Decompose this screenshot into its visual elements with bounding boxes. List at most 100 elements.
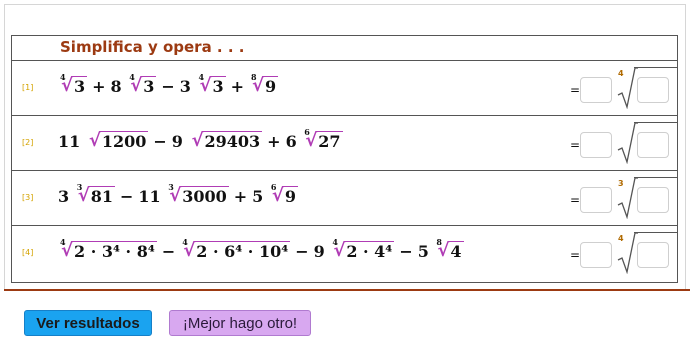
operator: − bbox=[153, 132, 167, 151]
radicand-answer-input[interactable] bbox=[637, 77, 669, 103]
coefficient-answer-input[interactable] bbox=[580, 77, 612, 103]
radical-sign-icon: √ bbox=[88, 130, 101, 151]
radical: √ 4 2 · 6⁴ · 10⁴ bbox=[181, 237, 291, 261]
row-index: [1] bbox=[22, 83, 34, 92]
answer-radical-bar bbox=[634, 122, 678, 123]
radical: √ 8 4 bbox=[435, 237, 464, 261]
radicand-answer-input[interactable] bbox=[637, 132, 669, 158]
radicand: 2 · 3⁴ · 8⁴ bbox=[72, 241, 157, 261]
coefficient-answer-input[interactable] bbox=[580, 242, 612, 268]
new-exercise-button[interactable]: ¡Mejor hago otro! bbox=[169, 310, 311, 336]
operator: − bbox=[161, 77, 175, 96]
radical: √ 8 9 bbox=[250, 72, 279, 96]
equals-sign: = bbox=[570, 83, 581, 97]
operator: − bbox=[119, 187, 134, 206]
radical: √ 6 9 bbox=[270, 182, 298, 206]
root-index: 6 bbox=[304, 127, 310, 137]
coefficient: 11 bbox=[58, 132, 86, 151]
operator: − bbox=[399, 242, 413, 261]
equals-sign: = bbox=[570, 193, 581, 207]
answer-root-index: 4 bbox=[618, 234, 624, 243]
row-index: [2] bbox=[22, 138, 34, 147]
radicand: 29403 bbox=[202, 131, 263, 151]
exercise-row: [3] 3 √ 3 81−11 √ 3 3000 +5 √ 6 9 = 3 bbox=[12, 171, 678, 226]
operator: − bbox=[161, 242, 176, 261]
root-index: 8 bbox=[251, 72, 257, 82]
root-index: 6 bbox=[270, 182, 277, 192]
radicand: 27 bbox=[316, 131, 343, 151]
radical-expression: 11 √ 1200−9 √ 29403 +6 √ 6 27 bbox=[58, 127, 343, 151]
coefficient-answer-input[interactable] bbox=[580, 132, 612, 158]
root-index: 4 bbox=[129, 72, 135, 82]
radical: √ 3 3000 bbox=[167, 182, 229, 206]
radical-expression: √ 4 2 · 3⁴ · 8⁴ − √ 4 2 · 6⁴ · 10⁴ −9 √ 4 2 · 4⁴ −… bbox=[58, 237, 464, 261]
root-index: 4 bbox=[182, 237, 188, 247]
operator: + bbox=[92, 77, 106, 96]
radicand: 3 bbox=[72, 76, 88, 96]
show-results-button[interactable]: Ver resultados bbox=[24, 310, 152, 336]
radicand-answer-input[interactable] bbox=[637, 242, 669, 268]
radicand: 4 bbox=[448, 241, 464, 261]
operator: + bbox=[267, 132, 281, 151]
radicand: 2 · 4⁴ bbox=[344, 241, 395, 261]
exercise-row: [1] √ 4 3 +8 √ 4 3−3 √ 4 3 + √ 8 9 = 4 bbox=[12, 61, 678, 116]
answer-radical-icon bbox=[617, 122, 638, 164]
radical-sign-icon: √ bbox=[191, 130, 204, 151]
exercise-title: Simplifica y opera . . . bbox=[60, 38, 245, 56]
radical: √ 4 3 bbox=[59, 72, 88, 96]
root-index: 3 bbox=[76, 182, 83, 192]
equals-sign: = bbox=[570, 248, 581, 262]
exercise-row: [4] √ 4 2 · 3⁴ · 8⁴ − √ 4 2 · 6⁴ · 10⁴ −9 √ 4 2 · … bbox=[12, 226, 678, 281]
equals-sign: = bbox=[570, 138, 581, 152]
row-index: [3] bbox=[22, 193, 34, 202]
radical: √ 4 3 bbox=[198, 72, 226, 96]
coefficient: 3 bbox=[179, 77, 197, 96]
root-index: 4 bbox=[198, 72, 205, 82]
answer-root-index: 3 bbox=[618, 179, 624, 188]
coefficient: 8 bbox=[110, 77, 128, 96]
radicand: 3 bbox=[141, 76, 157, 96]
radicand: 81 bbox=[88, 186, 115, 206]
radical: √ 4 3 bbox=[128, 72, 157, 96]
root-index: 3 bbox=[168, 182, 174, 192]
coefficient: 6 bbox=[285, 132, 303, 151]
root-index: 4 bbox=[332, 237, 338, 247]
answer-root-index: 4 bbox=[618, 69, 624, 78]
coefficient-answer-input[interactable] bbox=[580, 187, 612, 213]
radical-expression: √ 4 3 +8 √ 4 3−3 √ 4 3 + √ 8 9 bbox=[58, 72, 279, 96]
exercise-row: [2] 11 √ 1200−9 √ 29403 +6 √ 6 27 = bbox=[12, 116, 678, 171]
operator: + bbox=[230, 77, 245, 96]
row-index: [4] bbox=[22, 248, 34, 257]
answer-radical-bar bbox=[634, 232, 678, 233]
operator: − bbox=[295, 242, 309, 261]
radicand: 2 · 6⁴ · 10⁴ bbox=[194, 241, 291, 261]
exercise-table: Simplifica y opera . . . [1] √ 4 3 +8 √ 4 3−3 … bbox=[11, 35, 678, 283]
coefficient: 11 bbox=[138, 187, 167, 206]
root-index: 8 bbox=[436, 237, 442, 247]
answer-radical-bar bbox=[634, 67, 678, 68]
radical: √ 4 2 · 4⁴ bbox=[331, 237, 395, 261]
radical: √ 1200 bbox=[87, 130, 149, 151]
root-index: 4 bbox=[60, 237, 66, 247]
answer-radical-bar bbox=[634, 177, 678, 178]
coefficient: 9 bbox=[313, 242, 331, 261]
radicand: 3 bbox=[210, 76, 226, 96]
operator: + bbox=[233, 187, 248, 206]
radical: √ 29403 bbox=[189, 130, 263, 151]
coefficient: 9 bbox=[171, 132, 189, 151]
radical: √ 6 27 bbox=[303, 127, 343, 151]
radical: √ 4 2 · 3⁴ · 8⁴ bbox=[59, 237, 157, 261]
exercise-panel: Simplifica y opera . . . [1] √ 4 3 +8 √ 4 3−3 … bbox=[4, 4, 686, 290]
coefficient: 5 bbox=[417, 242, 435, 261]
radicand: 3000 bbox=[180, 186, 229, 206]
coefficient: 3 bbox=[58, 187, 75, 206]
radicand: 9 bbox=[263, 76, 279, 96]
radicand: 9 bbox=[282, 186, 298, 206]
radical: √ 3 81 bbox=[76, 182, 115, 206]
section-separator bbox=[4, 289, 690, 291]
radicand-answer-input[interactable] bbox=[637, 187, 669, 213]
radical-expression: 3 √ 3 81−11 √ 3 3000 +5 √ 6 9 bbox=[58, 182, 298, 206]
root-index: 4 bbox=[60, 72, 66, 82]
coefficient: 5 bbox=[252, 187, 269, 206]
radicand: 1200 bbox=[99, 131, 149, 151]
